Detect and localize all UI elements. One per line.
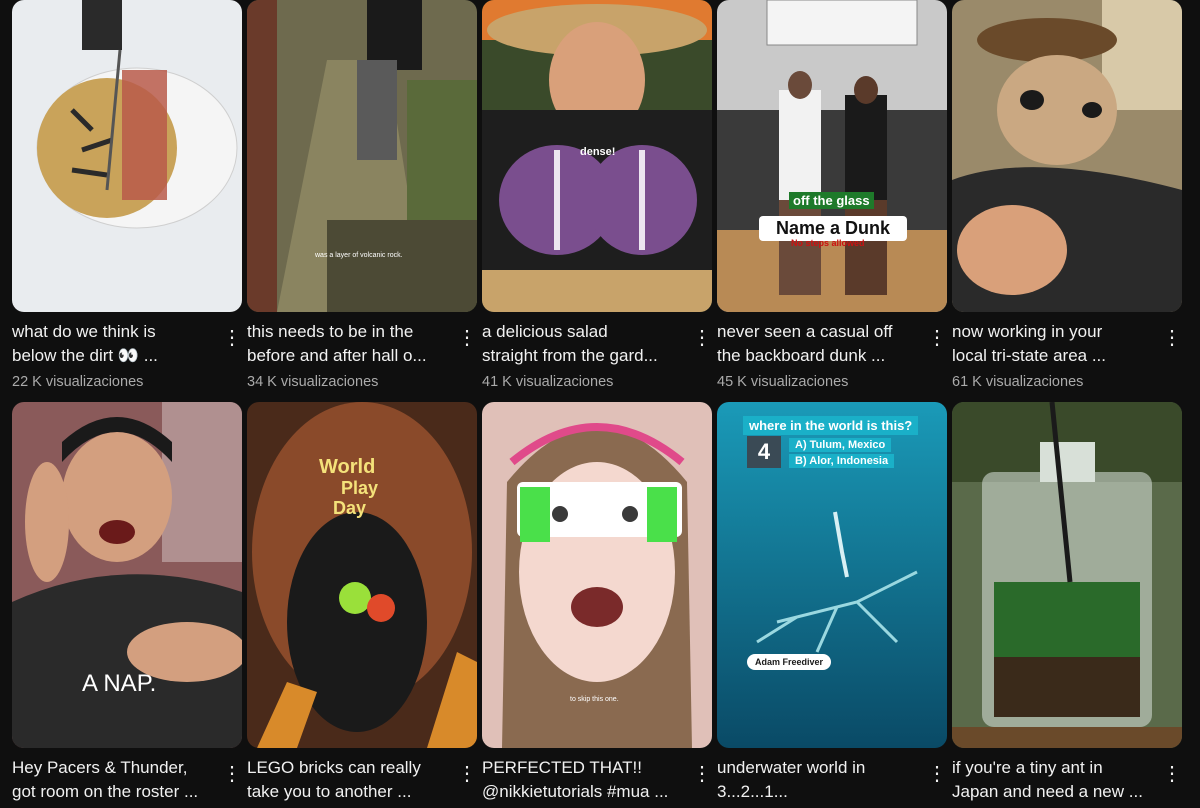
view-count: 34 K visualizaciones [247,374,379,390]
short-title[interactable]: what do we think is below the dirt 👀 ... [12,320,216,368]
short-title[interactable]: a delicious salad straight from the gard… [482,320,686,368]
short-card[interactable]: World Play Day LEGO bricks can really ta… [247,402,477,808]
short-title[interactable]: LEGO bricks can really take you to anoth… [247,756,451,804]
more-options-icon[interactable]: ⋮ [927,326,947,350]
thumbnail-image [247,402,477,748]
more-options-icon[interactable]: ⋮ [927,762,947,786]
view-count: 45 K visualizaciones [717,374,849,390]
short-card[interactable]: now working in your local tri-state area… [952,0,1182,392]
thumbnail-image [12,0,242,312]
creator-tag: Adam Freediver [747,654,832,670]
more-options-icon[interactable]: ⋮ [222,762,242,786]
video-caption: World [319,456,376,478]
short-card[interactable]: dense! a delicious salad straight from t… [482,0,712,392]
thumbnail-image [952,0,1182,312]
short-card[interactable]: where in the world is this? 4 A) Tulum, … [717,402,947,808]
thumbnail-image [247,0,477,312]
video-caption: dense! [580,146,616,158]
view-count: 61 K visualizaciones [952,374,1084,390]
short-thumbnail[interactable]: off the glass Name a Dunk No steps allow… [717,0,947,312]
short-card[interactable]: off the glass Name a Dunk No steps allow… [717,0,947,392]
short-card[interactable]: was a layer of volcanic rock. this needs… [247,0,477,392]
short-thumbnail[interactable]: was a layer of volcanic rock. [247,0,477,312]
short-card[interactable]: if you're a tiny ant in Japan and need a… [952,402,1182,808]
more-options-icon[interactable]: ⋮ [692,762,712,786]
short-thumbnail[interactable]: dense! [482,0,712,312]
short-title[interactable]: if you're a tiny ant in Japan and need a… [952,756,1156,804]
quiz-option-a: A) Tulum, Mexico [789,438,892,452]
more-options-icon[interactable]: ⋮ [692,326,712,350]
video-caption: off the glass [789,192,874,209]
quiz-number: 4 [747,436,781,468]
view-count: 41 K visualizaciones [482,374,614,390]
shorts-grid: what do we think is below the dirt 👀 ...… [0,0,1200,801]
short-title[interactable]: underwater world in 3...2...1... [717,756,921,804]
short-thumbnail[interactable]: A NAP. [12,402,242,748]
more-options-icon[interactable]: ⋮ [1162,326,1182,350]
short-title[interactable]: this needs to be in the before and after… [247,320,451,368]
short-thumbnail[interactable]: to skip this one. [482,402,712,748]
short-card[interactable]: A NAP. Hey Pacers & Thunder, got room on… [12,402,242,808]
short-card[interactable]: what do we think is below the dirt 👀 ...… [12,0,242,392]
quiz-question: where in the world is this? [743,416,919,435]
short-thumbnail[interactable] [952,0,1182,312]
video-caption: Day [333,498,367,518]
video-caption-subtitle: No steps allowed [791,238,865,248]
video-caption: A NAP. [82,670,157,697]
video-caption: was a layer of volcanic rock. [315,252,403,259]
short-title[interactable]: never seen a casual off the backboard du… [717,320,921,368]
more-options-icon[interactable]: ⋮ [222,326,242,350]
view-count: 22 K visualizaciones [12,374,144,390]
more-options-icon[interactable]: ⋮ [457,326,477,350]
thumbnail-image [952,402,1182,748]
short-title[interactable]: now working in your local tri-state area… [952,320,1156,368]
video-caption: Play [341,478,379,498]
more-options-icon[interactable]: ⋮ [1162,762,1182,786]
short-thumbnail[interactable]: World Play Day [247,402,477,748]
short-title[interactable]: PERFECTED THAT!! @nikkietutorials #mua .… [482,756,686,804]
short-title[interactable]: Hey Pacers & Thunder, got room on the ro… [12,756,216,804]
video-caption: to skip this one. [570,696,619,703]
quiz-option-b: B) Alor, Indonesia [789,454,895,468]
short-thumbnail[interactable]: where in the world is this? 4 A) Tulum, … [717,402,947,748]
more-options-icon[interactable]: ⋮ [457,762,477,786]
short-thumbnail[interactable] [12,0,242,312]
thumbnail-image [717,0,947,312]
short-card[interactable]: to skip this one. PERFECTED THAT!! @nikk… [482,402,712,808]
short-thumbnail[interactable] [952,402,1182,748]
